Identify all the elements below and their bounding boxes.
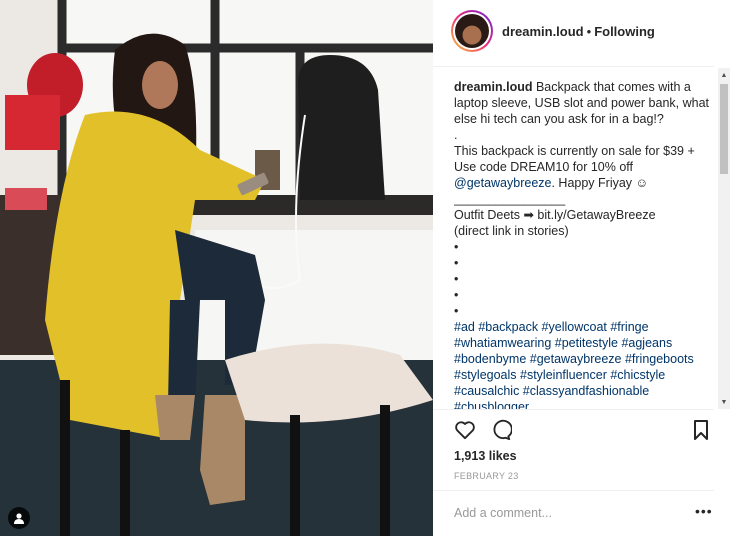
more-options-icon[interactable]: ••• xyxy=(695,503,713,519)
caption: dreamin.loud Backpack that comes with a … xyxy=(454,79,716,409)
caption-body: Backpack that comes with a laptop sleeve… xyxy=(454,80,710,174)
separator: • xyxy=(586,24,592,39)
scroll-down-arrow-icon[interactable]: ▼ xyxy=(718,395,730,409)
caption-scrollbar[interactable]: ▲ ▼ xyxy=(718,68,730,409)
comment-bar: Add a comment... ••• xyxy=(433,490,714,537)
username-link[interactable]: dreamin.loud xyxy=(502,24,584,39)
heart-icon[interactable] xyxy=(453,418,477,442)
comment-icon[interactable] xyxy=(489,418,513,442)
caption-username[interactable]: dreamin.loud xyxy=(454,80,532,94)
post-header: dreamin.loud • Following xyxy=(433,0,714,67)
action-bar xyxy=(433,409,714,450)
header-text: dreamin.loud • Following xyxy=(502,24,655,39)
bookmark-icon[interactable] xyxy=(689,418,713,442)
avatar[interactable] xyxy=(451,10,493,52)
mention-link[interactable]: @getawaybreeze xyxy=(454,176,551,190)
scroll-up-arrow-icon[interactable]: ▲ xyxy=(718,68,730,82)
user-tag-icon[interactable] xyxy=(8,507,30,529)
post-photo[interactable] xyxy=(0,0,433,536)
comment-input[interactable]: Add a comment... xyxy=(454,506,552,520)
caption-after-mention: . Happy Friyay ☺ ________________ Outfit… xyxy=(454,176,656,318)
post-date[interactable]: FEBRUARY 23 xyxy=(454,471,519,481)
hashtags[interactable]: #ad #backpack #yellowcoat #fringe #whati… xyxy=(454,320,697,409)
scrollbar-thumb[interactable] xyxy=(720,84,728,174)
follow-status-button[interactable]: Following xyxy=(594,24,655,39)
post-photo-image xyxy=(0,0,433,536)
likes-count[interactable]: 1,913 likes xyxy=(454,449,517,463)
post-sidebar: dreamin.loud • Following dreamin.loud Back… xyxy=(433,0,732,536)
